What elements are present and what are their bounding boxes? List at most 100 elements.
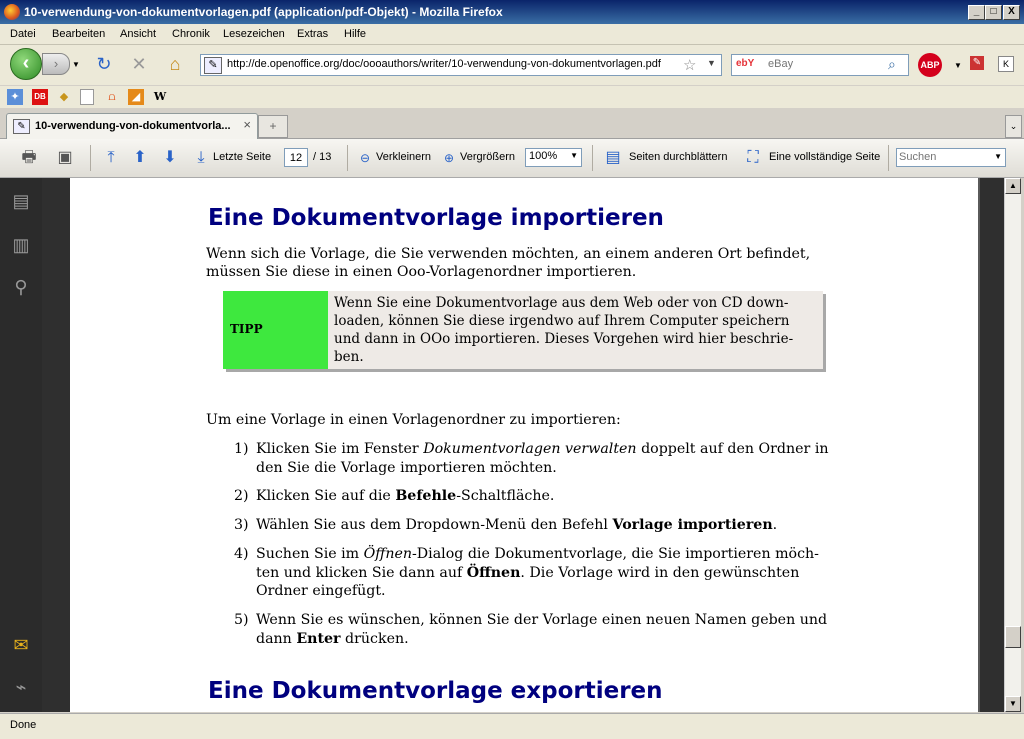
tab-bar: ✎ 10-verwendung-von-dokumentvorla... × +… bbox=[0, 108, 1024, 139]
pdf-page: Eine Dokumentvorlage importieren Wenn si… bbox=[70, 178, 978, 712]
tip-line: ben. bbox=[334, 349, 364, 365]
tip-line: und dann in OOo importieren. Dieses Vorg… bbox=[334, 331, 794, 347]
pdf-search-input[interactable] bbox=[899, 150, 989, 164]
pdf-viewer[interactable]: Eine Dokumentvorlage importieren Wenn si… bbox=[42, 178, 1004, 712]
window-title: 10-verwendung-von-dokumentvorlagen.pdf (… bbox=[24, 5, 503, 19]
scroll-thumb[interactable] bbox=[1005, 626, 1021, 648]
search-icon[interactable]: ⌕ bbox=[888, 56, 896, 73]
pdf-toolbar: 🖶 ▣ ⤒ ⬆ ⬇ ⤓ Letzte Seite / 13 ⊖ Verklein… bbox=[0, 139, 1024, 178]
bookmark-star-icon[interactable]: ☆ bbox=[683, 56, 696, 74]
next-page-icon[interactable]: ⬇ bbox=[159, 147, 181, 169]
previous-page-icon[interactable]: ⬆ bbox=[129, 147, 151, 169]
list-number: 4) bbox=[234, 546, 249, 562]
bookmarks-panel-icon[interactable]: ▥ bbox=[10, 234, 32, 256]
zoom-dropdown-icon: ▼ bbox=[570, 151, 578, 160]
print-icon[interactable]: 🖶 bbox=[18, 147, 40, 169]
menu-bar: Datei Bearbeiten Ansicht Chronik Lesezei… bbox=[0, 24, 1024, 45]
scroll-up-button[interactable]: ▲ bbox=[1005, 178, 1021, 194]
list-number: 5) bbox=[234, 612, 249, 628]
page-number-input[interactable] bbox=[284, 148, 308, 167]
last-page-icon[interactable]: ⤓ bbox=[190, 147, 212, 169]
new-tab-button[interactable]: + bbox=[258, 115, 288, 138]
comments-panel-icon[interactable]: ✉ bbox=[10, 634, 32, 656]
section-heading-import: Eine Dokumentvorlage importieren bbox=[208, 205, 664, 231]
attachments-panel-icon[interactable]: ⌁ bbox=[10, 676, 32, 698]
tip-box: TIPP Wenn Sie eine Dokumentvorlage aus d… bbox=[223, 291, 823, 369]
title-bar: 10-verwendung-von-dokumentvorlagen.pdf (… bbox=[0, 0, 1024, 24]
menu-ansicht[interactable]: Ansicht bbox=[120, 28, 156, 40]
pdf-search-dropdown-icon[interactable]: ▼ bbox=[994, 152, 1002, 161]
minimize-button[interactable]: _ bbox=[968, 5, 985, 20]
forward-button[interactable]: › bbox=[42, 53, 70, 75]
rss-bookmark-icon[interactable]: ◢ bbox=[128, 89, 144, 105]
tab-active[interactable]: ✎ 10-verwendung-von-dokumentvorla... × bbox=[6, 113, 258, 139]
list-number: 3) bbox=[234, 517, 249, 533]
wikipedia-bookmark-icon[interactable]: W bbox=[152, 89, 168, 105]
tab-list-button[interactable]: ⌄ bbox=[1005, 115, 1022, 138]
adblock-icon[interactable]: ABP bbox=[918, 53, 942, 77]
url-bar[interactable]: ✎ ☆ ▼ bbox=[200, 54, 722, 76]
intro-text-line2: müssen Sie diese in einen Ooo-Vorlagenor… bbox=[206, 264, 637, 280]
pdf-search-field[interactable]: ▼ bbox=[896, 148, 1006, 167]
page-bookmark-icon[interactable] bbox=[80, 89, 94, 105]
zoom-in-icon[interactable]: ⊕ bbox=[438, 147, 460, 169]
menu-hilfe[interactable]: Hilfe bbox=[344, 28, 366, 40]
addon-k-icon[interactable]: K bbox=[998, 56, 1014, 72]
menu-bearbeiten[interactable]: Bearbeiten bbox=[52, 28, 105, 40]
menu-chronik[interactable]: Chronik bbox=[172, 28, 210, 40]
tag-bookmark-icon[interactable]: ◆ bbox=[56, 89, 72, 105]
tab-favicon-icon: ✎ bbox=[13, 119, 30, 134]
section-heading-export: Eine Dokumentvorlage exportieren bbox=[208, 678, 663, 704]
full-page-button[interactable]: Eine vollständige Seite bbox=[769, 151, 880, 163]
vertical-scrollbar[interactable]: ▲ ▼ bbox=[1004, 178, 1021, 712]
tip-label: TIPP bbox=[230, 322, 263, 336]
intro-text-line1: Wenn sich die Vorlage, die Sie verwenden… bbox=[206, 246, 811, 262]
tab-label: 10-verwendung-von-dokumentvorla... bbox=[35, 120, 231, 132]
find-panel-icon[interactable]: ⚲ bbox=[10, 276, 32, 298]
steps-intro: Um eine Vorlage in einen Vorlagenordner … bbox=[206, 412, 621, 428]
page-favicon-icon: ✎ bbox=[204, 57, 222, 74]
page-total: / 13 bbox=[313, 151, 332, 163]
status-bar: Done bbox=[0, 713, 1024, 739]
back-button[interactable]: ‹ bbox=[10, 48, 42, 80]
search-engine-icon[interactable]: ebY bbox=[736, 58, 754, 69]
full-page-icon[interactable]: ⛶ bbox=[742, 147, 764, 169]
bookmark-icon[interactable]: ✦ bbox=[7, 89, 23, 105]
feed-bookmark-icon[interactable]: ⩍ bbox=[104, 89, 120, 105]
save-icon[interactable]: ▣ bbox=[54, 147, 76, 169]
pages-panel-icon[interactable]: ▤ bbox=[10, 190, 32, 212]
url-dropdown-icon[interactable]: ▼ bbox=[707, 58, 716, 68]
addon-icon[interactable]: ✎ bbox=[970, 56, 984, 70]
pdf-side-panel: ▤ ▥ ⚲ ✉ ⌁ bbox=[0, 178, 42, 712]
first-page-icon[interactable]: ⤒ bbox=[100, 147, 122, 169]
zoom-in-button[interactable]: Vergrößern bbox=[460, 151, 515, 163]
last-page-button[interactable]: Letzte Seite bbox=[213, 151, 271, 163]
menu-extras[interactable]: Extras bbox=[297, 28, 328, 40]
tip-label-cell: TIPP bbox=[223, 291, 328, 369]
tab-close-icon[interactable]: × bbox=[243, 117, 251, 132]
scroll-down-button[interactable]: ▼ bbox=[1005, 696, 1021, 712]
url-input[interactable] bbox=[227, 56, 677, 72]
browse-pages-icon[interactable]: ▤ bbox=[602, 147, 624, 169]
zoom-select[interactable]: 100% ▼ bbox=[525, 148, 582, 167]
zoom-out-icon[interactable]: ⊖ bbox=[354, 147, 376, 169]
menu-datei[interactable]: Datei bbox=[10, 28, 36, 40]
search-input[interactable] bbox=[768, 56, 878, 72]
home-icon[interactable]: ⌂ bbox=[164, 53, 186, 75]
zoom-out-button[interactable]: Verkleinern bbox=[376, 151, 431, 163]
adblock-dropdown-icon[interactable]: ▼ bbox=[954, 61, 962, 70]
db-bookmark-icon[interactable]: DB bbox=[32, 89, 48, 105]
browse-pages-button[interactable]: Seiten durchblättern bbox=[629, 151, 727, 163]
history-dropdown-icon[interactable]: ▼ bbox=[72, 60, 80, 69]
firefox-icon bbox=[4, 4, 20, 20]
reload-icon[interactable]: ↻ bbox=[93, 53, 115, 75]
list-number: 1) bbox=[234, 441, 249, 457]
maximize-button[interactable]: □ bbox=[985, 5, 1002, 20]
close-button[interactable]: X bbox=[1003, 5, 1020, 20]
menu-lesezeichen[interactable]: Lesezeichen bbox=[223, 28, 285, 40]
bookmarks-toolbar: ✦ DB ◆ ⩍ ◢ W bbox=[0, 86, 1024, 108]
tip-line: Wenn Sie eine Dokumentvorlage aus dem We… bbox=[334, 295, 789, 311]
stop-icon[interactable]: ✕ bbox=[128, 53, 150, 75]
search-bar[interactable]: ebY ⌕ bbox=[731, 54, 909, 76]
navigation-bar: ‹ › ▼ ↻ ✕ ⌂ ✎ ☆ ▼ ebY ⌕ ABP ▼ ✎ K bbox=[0, 45, 1024, 85]
